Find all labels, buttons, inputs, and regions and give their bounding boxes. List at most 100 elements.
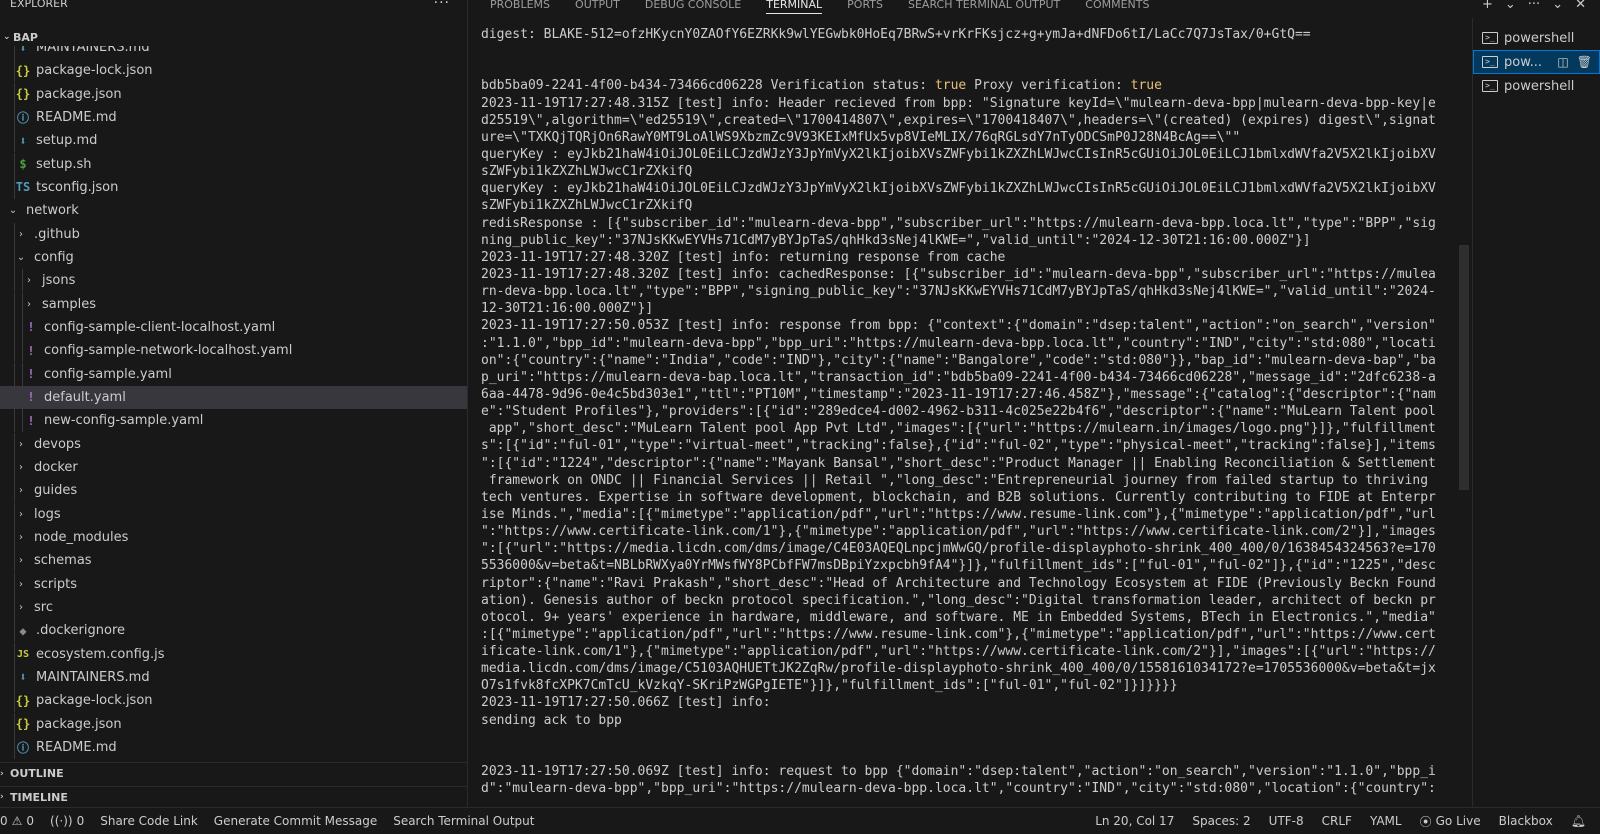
cursor-position[interactable]: Ln 20, Col 17 (1095, 814, 1174, 828)
folder-item[interactable]: › .github (0, 222, 467, 246)
file-item[interactable]: ⬇ setup.md (0, 129, 467, 153)
new-terminal-icon[interactable]: + (1482, 0, 1493, 12)
terminal-line: on":{"country":{"name":"India","code":"I… (481, 352, 1436, 368)
file-item[interactable]: {} package.json (0, 82, 467, 106)
timeline-section[interactable]: › TIMELINE (0, 786, 467, 807)
file-item[interactable]: ◆ .dockerignore (0, 619, 467, 643)
folder-item[interactable]: › logs (0, 502, 467, 526)
tree-item-label: setup.md (36, 133, 98, 149)
file-item[interactable]: {} package.json (0, 712, 467, 736)
indentation[interactable]: Spaces: 2 (1192, 814, 1250, 828)
maximize-panel-icon[interactable]: ⌄ (1552, 0, 1563, 12)
terminal-line: sZWFybi1kZXZhLWJwcC1rZXkifQ (481, 198, 693, 214)
file-item[interactable]: JS ecosystem.config.js (0, 642, 467, 666)
indent-guide (22, 385, 23, 409)
ports-indicator[interactable]: ((·)) 0 (50, 814, 84, 828)
terminal-line: rn-deva-bpp.loca.lt","type":"BPP","signi… (481, 284, 1436, 300)
terminal-line: 2023-11-19T17:27:48.320Z [test] info: re… (481, 249, 1006, 265)
terminal-line: 2023-11-19T17:27:48.320Z [test] info: ca… (481, 266, 1436, 282)
terminal-instance[interactable]: >_ powershell (1473, 74, 1600, 98)
tree-item-label: schemas (34, 553, 92, 569)
file-item[interactable]: ! default.yaml (0, 385, 467, 409)
workspace-name: BAP (13, 30, 38, 44)
folder-item[interactable]: › node_modules (0, 525, 467, 549)
yaml-file-icon: ! (27, 413, 35, 428)
outline-section[interactable]: › OUTLINE (0, 762, 467, 784)
terminal-line: framework on ONDC || Financial Services … (481, 472, 1429, 488)
tab-comments[interactable]: COMMENTS (1085, 0, 1149, 11)
terminal-instance[interactable]: >_ powershell (1473, 26, 1600, 50)
terminal-line: 2023-11-19T17:27:48.315Z [test] info: He… (481, 95, 1436, 111)
tab-ports[interactable]: PORTS (847, 0, 883, 11)
chevron-right-icon: › (19, 578, 23, 590)
terminal-line: ise Minds.","media":[{"mimetype":"applic… (481, 506, 1436, 522)
file-item[interactable]: $ setup.sh (0, 152, 467, 176)
terminal-instance[interactable]: >_ pow... ◫ 🗑︎ (1473, 50, 1600, 74)
warning-icon: ⚠ (11, 814, 23, 828)
more-actions-icon[interactable]: ··· (434, 0, 450, 10)
terminal-line: tech ventures. Expertise in software dev… (481, 489, 1436, 505)
file-item[interactable]: ! config-sample.yaml (0, 362, 467, 386)
tab-output[interactable]: OUTPUT (575, 0, 620, 11)
go-live-button[interactable]: ⦿ Go Live (1420, 813, 1481, 830)
terminal-line: 12-30T21:16:00.000Z"}] (481, 301, 654, 317)
line-endings[interactable]: CRLF (1322, 814, 1352, 828)
json-file-icon: {} (15, 717, 31, 732)
folder-item[interactable]: › guides (0, 479, 467, 503)
close-panel-icon[interactable]: ✕ (1575, 0, 1586, 12)
share-code-link-button[interactable]: Share Code Link (100, 814, 198, 828)
file-item[interactable]: {} package-lock.json (0, 689, 467, 713)
file-item[interactable]: {} package-lock.json (0, 59, 467, 83)
workspace-header[interactable]: ⌄ BAP (0, 28, 467, 46)
file-item[interactable]: ⓘ README.md (0, 105, 467, 129)
broadcast-icon: ((·)) (50, 814, 73, 828)
folder-item[interactable]: › jsons (0, 269, 467, 293)
folder-item[interactable]: › docker (0, 455, 467, 479)
tree-item-label: config-sample.yaml (44, 366, 172, 382)
folder-item[interactable]: › devops (0, 432, 467, 456)
encoding[interactable]: UTF-8 (1269, 814, 1304, 828)
generate-commit-message-button[interactable]: Generate Commit Message (214, 814, 377, 828)
search-terminal-output-button[interactable]: Search Terminal Output (393, 814, 534, 828)
folder-item[interactable]: › scripts (0, 572, 467, 596)
file-item[interactable]: TS tsconfig.json (0, 175, 467, 199)
indent-guide (14, 59, 15, 83)
terminal-scrollbar[interactable] (1459, 245, 1469, 490)
chevron-right-icon: › (19, 438, 23, 450)
terminal-instance-label: powershell (1504, 30, 1575, 46)
file-item[interactable]: ! config-sample-network-localhost.yaml (0, 339, 467, 363)
tab-problems[interactable]: PROBLEMS (490, 0, 550, 11)
panel-actions: + ⌄ ··· ⌄ ✕ (1482, 0, 1586, 12)
tree-item-label: package-lock.json (36, 63, 153, 79)
file-item[interactable]: ⬇ MAINTAINERS.md (0, 665, 467, 689)
bell-icon[interactable]: 🔔︎ (1571, 814, 1586, 828)
folder-item[interactable]: › src (0, 595, 467, 619)
tree-item-label: README.md (36, 739, 117, 755)
split-terminal-icon[interactable]: ◫ (1557, 55, 1568, 69)
tab-search-terminal-output[interactable]: SEARCH TERMINAL OUTPUT (908, 0, 1060, 11)
more-actions-icon[interactable]: ··· (1528, 0, 1540, 12)
tab-debug-console[interactable]: DEBUG CONSOLE (645, 0, 741, 11)
folder-item[interactable]: ⌄ network (0, 199, 467, 222)
tree-item-label: .github (34, 226, 80, 242)
bottom-panel: PROBLEMS OUTPUT DEBUG CONSOLE TERMINAL PORTS… (469, 0, 1600, 807)
terminal-dropdown-icon[interactable]: ⌄ (1505, 0, 1516, 12)
folder-item[interactable]: › samples (0, 292, 467, 316)
indent-guide (22, 409, 23, 433)
file-item[interactable]: ! config-sample-client-localhost.yaml (0, 315, 467, 339)
problems-indicator[interactable]: 0 ⚠ 0 (0, 814, 34, 828)
folder-item[interactable]: ⌄ config (0, 245, 467, 269)
file-item[interactable]: ⓘ README.md (0, 735, 467, 759)
file-item[interactable]: ! new-config-sample.yaml (0, 409, 467, 433)
terminal-icon: >_ (1482, 32, 1498, 44)
terminal-output[interactable]: digest: BLAKE-512=ofzHKycnY0ZAOfY6EZRKk9… (481, 26, 1436, 807)
file-item[interactable]: ⬇ MAINTAINERS.md (0, 46, 467, 59)
terminal-line: 2023-11-19T17:27:50.053Z [test] info: re… (481, 318, 1436, 334)
trash-icon[interactable]: 🗑︎ (1577, 55, 1592, 69)
blackbox-button[interactable]: Blackbox (1499, 814, 1553, 828)
language-mode[interactable]: YAML (1370, 814, 1402, 828)
terminal-line: 5536000&v=beta&t=NBLbRWXya0YrMWsfWY8PCbf… (481, 558, 1436, 574)
folder-item[interactable]: › schemas (0, 549, 467, 573)
yaml-file-icon: ! (27, 367, 35, 382)
tab-terminal[interactable]: TERMINAL (766, 0, 822, 14)
